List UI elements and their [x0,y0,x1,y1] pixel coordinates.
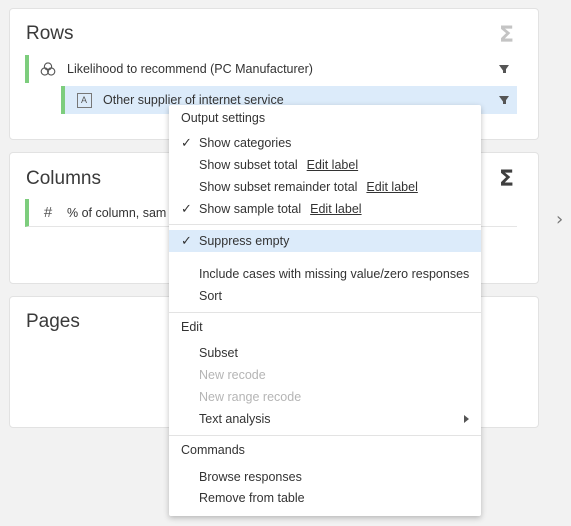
filter-icon[interactable] [499,65,509,73]
menu-item-label: Show subset total [199,158,298,172]
context-menu: Output settings ✓ Show categories Show s… [169,105,481,516]
filter-icon[interactable] [499,96,509,104]
submenu-arrow-icon [464,415,469,423]
menu-item-show-subset-total[interactable]: Show subset total Edit label [169,154,481,176]
menu-item-sort[interactable]: Sort [169,285,481,307]
menu-item-label: Sort [199,289,222,303]
pages-title: Pages [26,311,80,332]
menu-item-suppress-empty[interactable]: ✓ Suppress empty [169,230,481,252]
edit-label-link[interactable]: Edit label [366,180,417,194]
menu-separator [169,224,481,225]
menu-item-label: Remove from table [199,491,305,505]
edit-label-link[interactable]: Edit label [307,158,358,172]
menu-item-label: Subset [199,346,238,360]
menu-item-show-subset-remainder-total[interactable]: Show subset remainder total Edit label [169,176,481,198]
menu-item-label: New recode [199,368,266,382]
edit-label-link[interactable]: Edit label [310,202,361,216]
menu-item-new-recode: New recode [169,364,481,386]
menu-item-include-missing[interactable]: Include cases with missing value/zero re… [169,263,481,285]
columns-title: Columns [26,168,101,189]
menu-item-label: Show categories [199,136,292,150]
check-icon: ✓ [181,233,192,249]
menu-item-label: Include cases with missing value/zero re… [199,267,470,281]
menu-item-show-categories[interactable]: ✓ Show categories [169,132,481,154]
three-circles-icon [39,62,57,76]
menu-item-subset[interactable]: Subset [169,342,481,364]
menu-heading-commands: Commands [181,443,245,457]
menu-item-label: Show sample total [199,202,302,216]
sigma-icon[interactable]: Σ [499,23,514,48]
chevron-right-icon[interactable]: › [556,209,563,230]
check-icon: ✓ [181,135,192,151]
menu-item-label: Browse responses [199,470,302,484]
menu-item-show-sample-total[interactable]: ✓ Show sample total Edit label [169,198,481,220]
row-item-label: Likelihood to recommend (PC Manufacturer… [67,62,313,76]
sigma-icon[interactable]: Σ [499,167,514,192]
menu-item-label: Suppress empty [199,234,290,248]
menu-item-label: Show subset remainder total [199,180,358,194]
menu-item-label: New range recode [199,390,302,404]
menu-item-new-range-recode: New range recode [169,386,481,408]
text-a-icon: A [75,92,93,108]
column-item-label: % of column, sam [67,205,167,220]
menu-item-browse-responses[interactable]: Browse responses [169,466,481,488]
hash-icon: # [43,204,53,221]
rows-title: Rows [26,23,74,44]
menu-separator [169,435,481,436]
row-item-likelihood[interactable]: Likelihood to recommend (PC Manufacturer… [25,55,517,83]
menu-heading-edit: Edit [181,320,203,334]
menu-separator [169,312,481,313]
menu-item-text-analysis[interactable]: Text analysis [169,408,481,430]
menu-item-remove-from-table[interactable]: Remove from table [169,487,481,509]
menu-heading-output-settings: Output settings [181,111,266,125]
check-icon: ✓ [181,201,192,217]
menu-item-label: Text analysis [199,412,271,426]
